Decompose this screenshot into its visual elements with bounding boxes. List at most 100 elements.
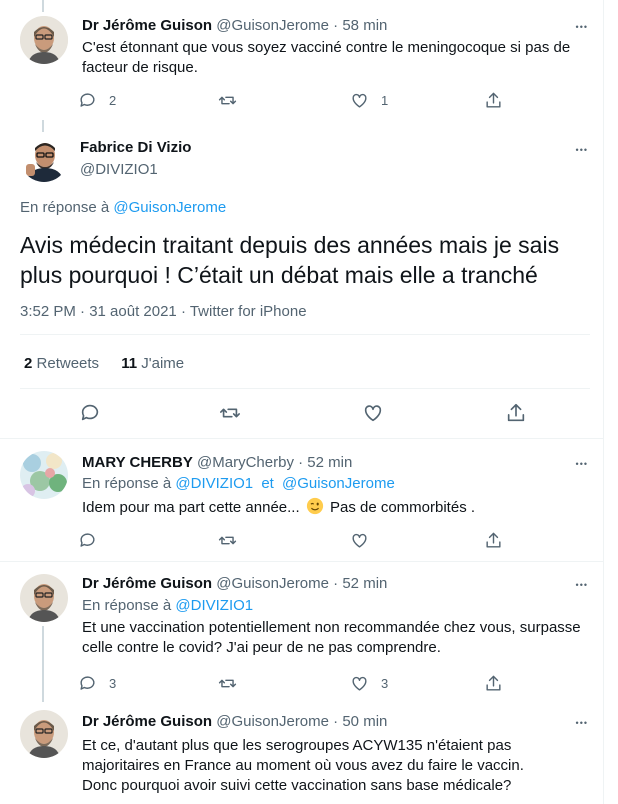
author-handle[interactable]: @GuisonJerome: [216, 575, 329, 592]
retweet-button[interactable]: [219, 402, 241, 424]
reply-button[interactable]: 3: [78, 672, 116, 694]
avatar-portrait-icon: [20, 134, 68, 182]
share-button[interactable]: [484, 529, 503, 551]
retweet-button[interactable]: [218, 89, 249, 111]
avatar[interactable]: [20, 574, 68, 622]
avatar[interactable]: [20, 451, 68, 499]
heart-icon: [364, 405, 382, 422]
main-tweet-text: Avis médecin traitant depuis des années …: [20, 232, 560, 288]
reply-to-link[interactable]: @DIVIZIO1: [175, 597, 253, 614]
heart-icon: [352, 533, 367, 548]
author-name[interactable]: Dr Jérôme Guison: [82, 17, 212, 34]
author-name[interactable]: MARY CHERBY: [82, 454, 193, 471]
author-handle[interactable]: @DIVIZIO1: [80, 161, 158, 178]
tweet-reply-3[interactable]: Dr Jérôme Guison @GuisonJerome · 52 min …: [0, 562, 604, 702]
more-options-icon[interactable]: •••: [576, 579, 588, 591]
main-tweet: Fabrice Di Vizio @DIVIZIO1 ••• En répons…: [0, 120, 604, 436]
retweet-icon: [220, 408, 240, 418]
reply-button[interactable]: [78, 529, 109, 551]
like-count: 1: [381, 92, 389, 108]
thread-connector: [42, 0, 44, 12]
retweet-button[interactable]: [218, 529, 249, 551]
author-handle[interactable]: @MaryCherby: [197, 454, 294, 471]
share-button[interactable]: [484, 672, 503, 694]
more-options-icon[interactable]: •••: [576, 717, 588, 729]
retweets-count: 2: [24, 355, 33, 372]
more-options-icon[interactable]: •••: [576, 458, 588, 470]
tweet-time[interactable]: 52 min: [342, 575, 387, 592]
author-handle[interactable]: @GuisonJerome: [216, 713, 329, 730]
tweet-timestamp[interactable]: 3:52 PM · 31 août 2021 · Twitter for iPh…: [20, 302, 307, 322]
tweet-text: C'est étonnant que vous soyez vacciné co…: [82, 39, 571, 76]
tweet-reply-1[interactable]: Dr Jérôme Guison @GuisonJerome · 58 min …: [0, 0, 604, 120]
thread-connector: [42, 120, 44, 132]
avatar-portrait-icon: [20, 16, 68, 64]
likes-stat[interactable]: 11 J'aime: [121, 355, 184, 372]
reply-button[interactable]: [79, 402, 101, 424]
divider: [20, 334, 590, 335]
reply-count: 2: [109, 92, 117, 108]
like-button[interactable]: [350, 529, 381, 551]
author-name[interactable]: Dr Jérôme Guison: [82, 575, 212, 592]
reply-to-link[interactable]: @GuisonJerome: [113, 199, 226, 216]
tweet-time[interactable]: 52 min: [307, 454, 352, 471]
like-button[interactable]: [362, 402, 384, 424]
divider: [20, 388, 590, 389]
share-button[interactable]: [505, 402, 527, 424]
thread-connector: [42, 626, 44, 702]
share-icon: [486, 532, 501, 548]
reply-prefix: En réponse à: [82, 475, 172, 492]
reply-count: 3: [109, 675, 117, 691]
tweet-time[interactable]: 50 min: [342, 713, 387, 730]
share-icon: [507, 403, 525, 422]
retweet-button[interactable]: [218, 672, 249, 694]
heart-icon: [352, 93, 367, 108]
reply-prefix: En réponse à: [20, 199, 110, 216]
avatar[interactable]: [20, 16, 68, 64]
reply-prefix: En réponse à: [82, 597, 172, 614]
reply-button[interactable]: 2: [78, 89, 116, 111]
likes-label: J'aime: [141, 355, 185, 372]
tweet-text: Idem pour ma part cette année... Pas de …: [82, 497, 592, 518]
like-button[interactable]: 1: [350, 89, 388, 111]
more-options-icon[interactable]: •••: [576, 21, 588, 33]
tweet-reply-2[interactable]: MARY CHERBY @MaryCherby · 52 min ••• En …: [0, 439, 604, 561]
author-name[interactable]: Dr Jérôme Guison: [82, 713, 212, 730]
winking-face-icon: [306, 497, 323, 515]
tweet-time[interactable]: 58 min: [342, 17, 387, 34]
avatar[interactable]: [20, 134, 68, 182]
reply-icon: [80, 92, 95, 107]
avatar-landscape-icon: [20, 451, 68, 499]
likes-count: 11: [121, 355, 138, 372]
separator-dot: ·: [298, 454, 304, 471]
separator-dot: ·: [333, 575, 339, 592]
share-icon: [486, 675, 501, 691]
reply-to-link[interactable]: @DIVIZIO1: [175, 475, 253, 492]
separator-dot: ·: [333, 713, 339, 730]
like-count: 3: [381, 675, 389, 691]
retweets-label: Retweets: [36, 355, 100, 372]
tweet-reply-4[interactable]: Dr Jérôme Guison @GuisonJerome · 50 min …: [0, 702, 604, 804]
heart-icon: [352, 676, 367, 691]
more-options-icon[interactable]: •••: [576, 144, 588, 156]
tweet-text-part: Pas de commorbités .: [329, 499, 476, 516]
retweets-stat[interactable]: 2 Retweets: [24, 355, 103, 372]
share-icon: [486, 92, 501, 108]
reply-and: et: [261, 475, 274, 492]
author-handle[interactable]: @GuisonJerome: [216, 17, 329, 34]
like-button[interactable]: 3: [350, 672, 388, 694]
tweet-text-part: Idem pour ma part cette année...: [82, 499, 300, 516]
retweet-icon: [218, 96, 237, 104]
share-button[interactable]: [484, 89, 503, 111]
reply-to-link[interactable]: @GuisonJerome: [282, 475, 395, 492]
tweet-text: Et ce, d'autant plus que les serogroupes…: [82, 737, 524, 794]
retweet-icon: [218, 679, 237, 687]
avatar-portrait-icon: [20, 574, 68, 622]
avatar[interactable]: [20, 710, 68, 758]
reply-icon: [80, 532, 95, 547]
tweet-text: Et une vaccination potentiellement non r…: [82, 619, 581, 656]
reply-icon: [80, 675, 95, 690]
avatar-portrait-icon: [20, 710, 68, 758]
separator-dot: ·: [333, 17, 339, 34]
author-name[interactable]: Fabrice Di Vizio: [80, 139, 191, 156]
